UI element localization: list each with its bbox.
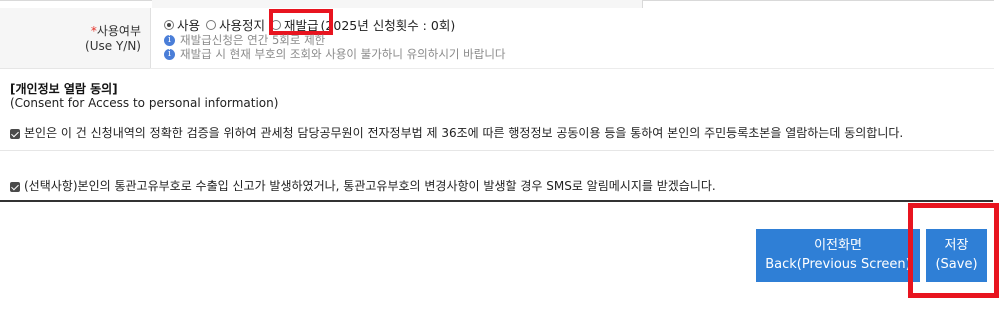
info-line-1: i 재발급신청은 연간 5회로 제한 [164,32,325,47]
row-divider [150,68,994,69]
previous-row-cell [152,0,643,8]
use-yn-label-ko: 사용여부 [96,24,141,38]
form-bottom-divider [0,200,993,202]
use-yn-label-en: (Use Y/N) [85,39,141,53]
back-button-label-ko: 이전화면 [814,238,862,253]
radio-use[interactable] [164,19,174,30]
back-button-label-en: Back(Previous Screen) [765,257,911,272]
back-button[interactable]: 이전화면 Back(Previous Screen) [756,229,920,282]
info-icon: i [164,35,175,46]
consent-checkbox-1[interactable] [10,128,20,139]
consent-item-1: 본인은 이 건 신청내역의 정확한 검증을 위하여 관세청 담당공무원이 전자정… [10,124,903,141]
sms-consent-checkbox[interactable] [10,181,20,192]
info-icon: i [164,49,175,60]
consent-title: [개인정보 열람 동의] [10,82,118,96]
highlight-save-button [908,203,999,298]
consent-subtitle: (Consent for Access to personal informat… [10,96,279,110]
use-yn-label: *사용여부 [0,22,141,39]
apply-count-text: (2025년 신청횟수 : 0회) [320,18,456,33]
info-line-2: i 재발급 시 현재 부호의 조회와 사용이 불가하니 유의하시기 바랍니다 [164,46,505,61]
consent-item-2: (선택사항)본인의 통관고유부호로 수출입 신고가 발생하였거나, 통관고유부호… [10,177,716,194]
radio-suspend[interactable] [206,19,217,30]
section-divider [0,150,994,151]
